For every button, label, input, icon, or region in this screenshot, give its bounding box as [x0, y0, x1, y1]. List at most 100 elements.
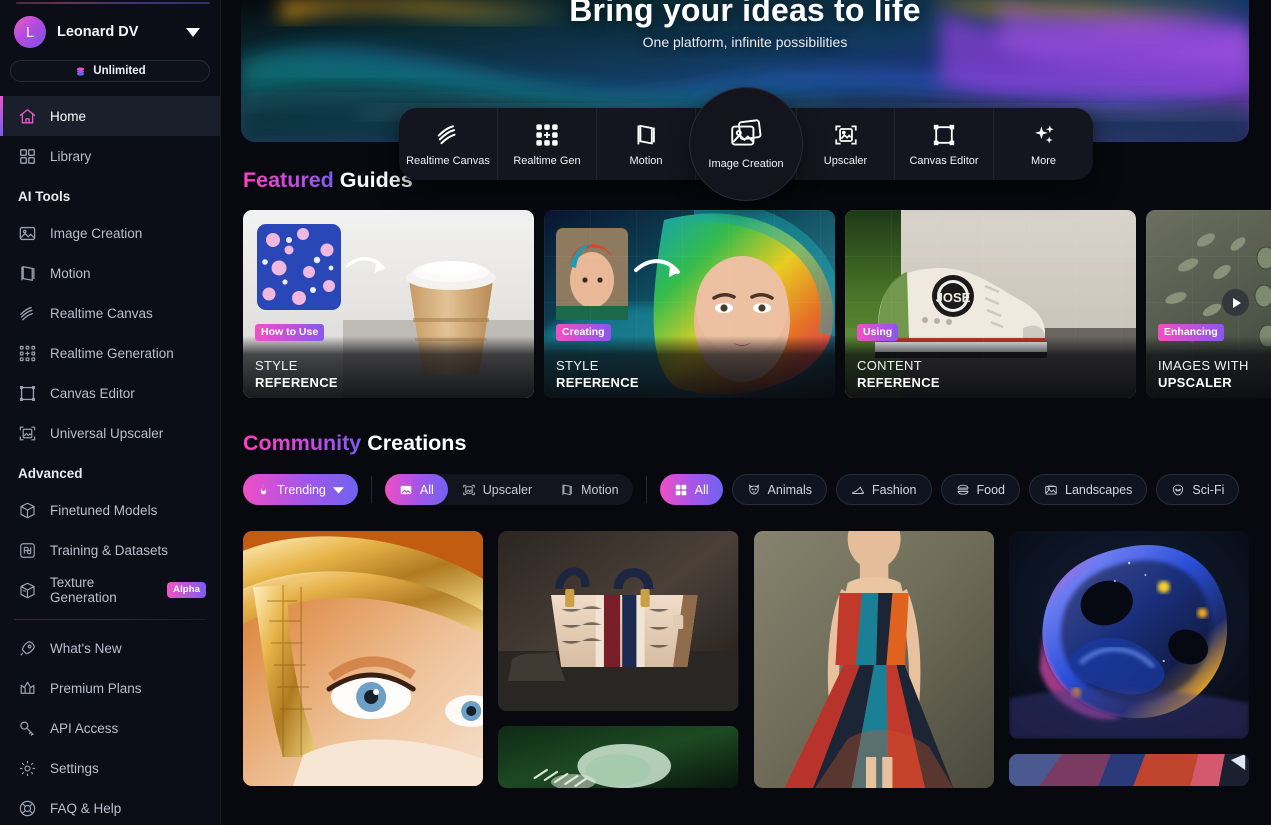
creation-tile[interactable]	[1008, 531, 1249, 739]
creation-tile[interactable]	[243, 531, 484, 786]
type-filter-group: All Upscaler Motion	[384, 474, 633, 505]
guides-carousel[interactable]: How to Use STYLE REFERENCE Creating STYL…	[243, 210, 1271, 398]
guide-card[interactable]: Creating STYLE REFERENCE	[544, 210, 835, 398]
category-filter-scroller[interactable]: All Animals Fashion Food Landscapes Sci-…	[659, 474, 1240, 505]
category-filter-animals[interactable]: Animals	[731, 474, 828, 505]
sidebar-item-label: API Access	[50, 720, 119, 736]
category-filter-label: All	[694, 482, 709, 497]
avatar: L	[14, 16, 46, 48]
community-heading: Community Creations	[243, 431, 1271, 456]
tool-label: Image Creation	[708, 157, 784, 170]
sidebar-item-library[interactable]: Library	[0, 136, 220, 176]
category-filter-label: Food	[976, 482, 1006, 497]
heading-plain: Creations	[367, 431, 467, 455]
type-filter-all[interactable]: All	[384, 474, 448, 505]
sidebar-item-universal-upscaler[interactable]: Universal Upscaler	[0, 413, 220, 453]
sidebar-item-finetuned-models[interactable]: Finetuned Models	[0, 490, 220, 530]
filter-divider	[645, 476, 647, 503]
play-arrow-icon	[1232, 297, 1241, 308]
chevron-down-icon	[332, 486, 344, 494]
sidebar-item-label: Library	[50, 148, 92, 164]
guide-card[interactable]: Enhancing IMAGES WITH UPSCALER	[1146, 210, 1271, 398]
sidebar-item-texture-generation[interactable]: Texture Generation Alpha	[0, 570, 220, 610]
sidebar-item-whats-new[interactable]: What's New	[0, 628, 220, 668]
type-filter-label: Upscaler	[482, 482, 533, 497]
heading-accent: Community	[243, 431, 362, 455]
tool-motion[interactable]: Motion	[597, 108, 696, 180]
upscale-icon	[18, 424, 37, 443]
guides-next-button[interactable]	[1222, 289, 1249, 316]
category-filter-sci-fi[interactable]: Sci-Fi	[1156, 474, 1240, 505]
tool-realtime-gen[interactable]: Realtime Gen	[498, 108, 597, 180]
sidebar-item-faq-help[interactable]: FAQ & Help	[0, 788, 220, 825]
guide-line-2: REFERENCE	[857, 375, 940, 390]
sidebar-item-motion[interactable]: Motion	[0, 253, 220, 293]
tool-image-creation[interactable]: Image Creation	[690, 88, 802, 200]
creation-tile[interactable]	[498, 531, 739, 711]
grid-icon	[18, 147, 37, 166]
sidebar-item-realtime-canvas[interactable]: Realtime Canvas	[0, 293, 220, 333]
sidebar-item-realtime-generation[interactable]: Realtime Generation	[0, 333, 220, 373]
plan-badge[interactable]: Unlimited	[10, 60, 210, 82]
sidebar-item-label: Canvas Editor	[50, 385, 135, 401]
tool-realtime-canvas[interactable]: Realtime Canvas	[399, 108, 498, 180]
image-icon	[18, 224, 37, 243]
creation-tile[interactable]	[498, 726, 739, 788]
type-filter-upscaler[interactable]: Upscaler	[448, 474, 546, 505]
tool-canvas-editor[interactable]: Canvas Editor	[895, 108, 994, 180]
tool-label: More	[1030, 154, 1057, 167]
guide-card[interactable]: JOSE Using CONTENT REFERENCE	[845, 210, 1136, 398]
community-creations-section: Community Creations Trending All Upscale…	[221, 398, 1271, 505]
guide-line-1: STYLE	[255, 358, 298, 373]
sidebar-item-home[interactable]: Home	[0, 96, 220, 136]
guide-tag: Using	[857, 324, 899, 341]
tool-upscaler[interactable]: Upscaler	[796, 108, 895, 180]
type-filter-motion[interactable]: Motion	[546, 474, 633, 505]
gear-icon	[18, 759, 37, 778]
tool-label: Realtime Gen	[513, 154, 581, 167]
filter-divider	[370, 476, 372, 503]
sidebar-item-image-creation[interactable]: Image Creation	[0, 213, 220, 253]
lifebuoy-icon	[18, 799, 37, 818]
category-filter-food[interactable]: Food	[940, 474, 1020, 505]
sidebar-divider	[14, 619, 206, 620]
creation-tile[interactable]	[1008, 754, 1249, 786]
sidebar: L Leonard DV Unlimited Home Library AI T…	[0, 0, 221, 825]
guide-line-2: REFERENCE	[556, 375, 639, 390]
sidebar-item-label: Premium Plans	[50, 680, 142, 696]
guide-tag: How to Use	[255, 324, 325, 341]
flame-icon	[260, 484, 267, 494]
tool-label: Realtime Canvas	[406, 154, 490, 167]
creation-tile[interactable]	[753, 531, 994, 788]
cube-icon	[18, 501, 37, 520]
grid-column	[498, 531, 739, 788]
guide-card[interactable]: How to Use STYLE REFERENCE	[243, 210, 534, 398]
category-filter-fashion[interactable]: Fashion	[836, 474, 932, 505]
category-filter-label: Sci-Fi	[1192, 482, 1225, 497]
frame-icon	[933, 124, 955, 145]
type-filter-label: Motion	[581, 482, 619, 497]
sidebar-item-api-access[interactable]: API Access	[0, 708, 220, 748]
tool-more[interactable]: More	[994, 108, 1093, 180]
dots-plus-icon	[18, 344, 37, 363]
page-title: Bring your ideas to life	[569, 0, 921, 28]
top-accent-line	[16, 2, 210, 4]
sidebar-item-settings[interactable]: Settings	[0, 748, 220, 788]
texture-cube-icon	[18, 581, 37, 600]
sidebar-item-premium-plans[interactable]: Premium Plans	[0, 668, 220, 708]
brush-stroke-icon	[18, 304, 37, 323]
sidebar-item-canvas-editor[interactable]: Canvas Editor	[0, 373, 220, 413]
guide-footer: Enhancing IMAGES WITH UPSCALER	[1146, 324, 1271, 398]
sidebar-item-label: Training & Datasets	[50, 542, 169, 558]
account-switcher[interactable]: L Leonard DV	[0, 0, 220, 56]
category-filter-all[interactable]: All	[659, 474, 723, 505]
category-filter-landscapes[interactable]: Landscapes	[1029, 474, 1148, 505]
community-filters: Trending All Upscaler Motion All Animals…	[243, 474, 1271, 505]
sidebar-item-training-datasets[interactable]: Training & Datasets	[0, 530, 220, 570]
tool-label: Motion	[629, 154, 663, 167]
image-icon	[400, 485, 412, 494]
sort-dropdown[interactable]: Trending	[243, 474, 358, 505]
sidebar-item-label: Realtime Generation	[50, 345, 174, 361]
rocket-icon	[18, 639, 37, 658]
chevron-down-icon[interactable]	[186, 27, 200, 37]
